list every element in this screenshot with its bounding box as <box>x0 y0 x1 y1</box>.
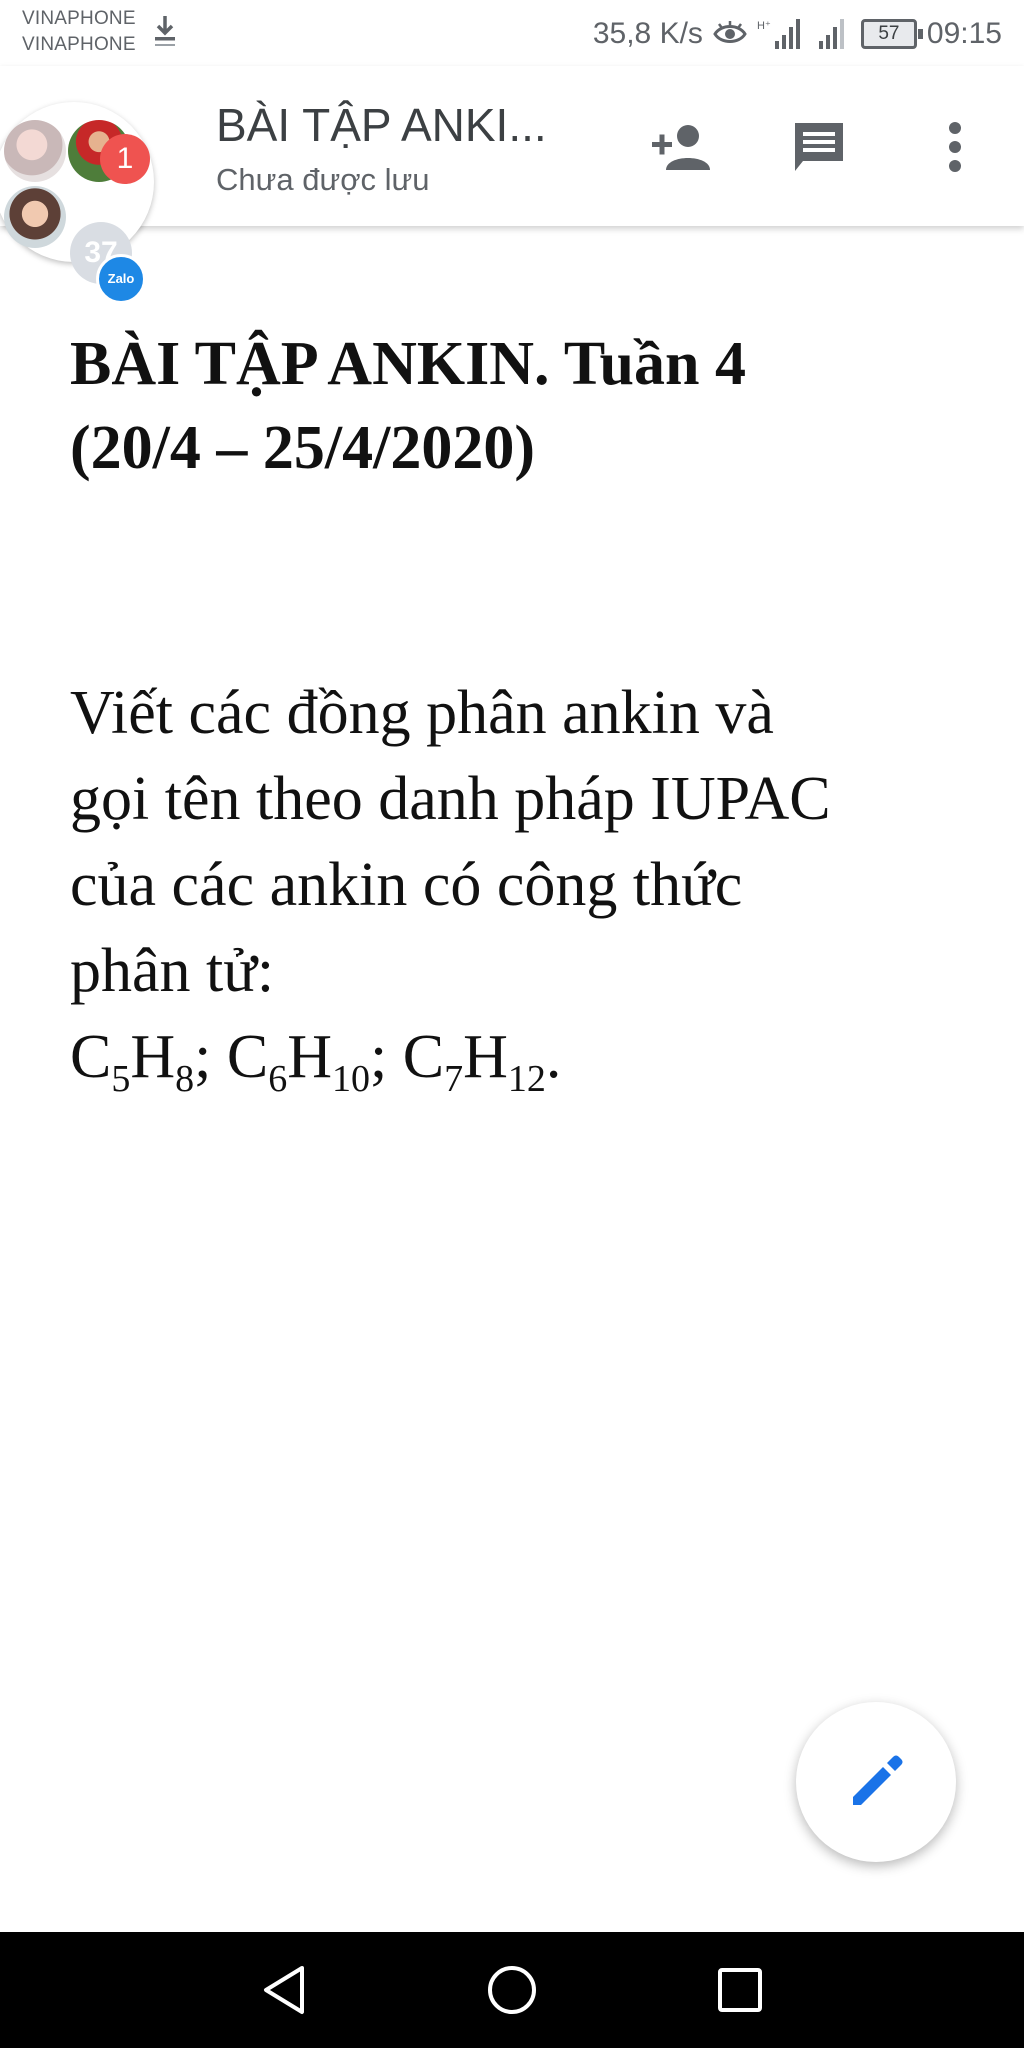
system-nav-bar <box>0 1932 1024 2048</box>
heading-line-1: BÀI TẬP ANKIN. Tuần 4 <box>70 330 746 398</box>
download-icon <box>155 16 175 46</box>
edit-pencil-icon <box>853 1755 903 1805</box>
clock: 09:15 <box>926 17 1002 50</box>
home-icon <box>488 1966 536 2014</box>
svg-text:H⁺: H⁺ <box>757 20 771 32</box>
network-speed: 35,8 K/s <box>592 17 703 50</box>
carrier-1: VINAPHONE <box>22 8 136 29</box>
paragraph-line-1: Viết các đồng phân ankin và <box>70 679 774 747</box>
comment-icon <box>795 123 843 171</box>
edit-fab-button[interactable] <box>796 1702 956 1862</box>
notification-badge: 1 <box>100 134 150 184</box>
status-bar: VINAPHONE VINAPHONE 35,8 K/s H⁺ 57 09:15 <box>0 0 1024 66</box>
battery-icon: 57 <box>860 19 923 49</box>
paragraph-line-4: phân tử: <box>70 937 275 1005</box>
heading-line-2: (20/4 – 25/4/2020) <box>70 414 535 482</box>
exercise-paragraph: Viết các đồng phân ankin và gọi tên theo… <box>70 670 970 1100</box>
doc-title: BÀI TẬP ANKI... <box>216 99 547 151</box>
carrier-labels: VINAPHONE VINAPHONE <box>22 6 136 58</box>
avatar <box>4 120 66 182</box>
document-heading: BÀI TẬP ANKIN. Tuần 4 (20/4 – 25/4/2020) <box>70 322 970 490</box>
recents-icon <box>718 1968 762 2012</box>
floating-chat-bubble[interactable]: 1 37 Zalo <box>0 102 154 304</box>
save-status: Chưa được lưu <box>216 162 430 197</box>
more-options-button[interactable] <box>920 112 990 182</box>
add-person-icon <box>652 125 710 170</box>
status-indicators: 35,8 K/s H⁺ 57 09:15 <box>593 14 1002 54</box>
paragraph-line-3: của các ankin có công thức <box>70 851 743 919</box>
back-button[interactable] <box>254 1960 314 2020</box>
back-icon <box>264 1966 304 2014</box>
app-header: 1 37 Zalo BÀI TẬP ANKI... Chưa được lưu <box>0 66 1024 304</box>
home-button[interactable] <box>482 1960 542 2020</box>
paragraph-line-2: gọi tên theo danh pháp IUPAC <box>70 765 831 833</box>
recents-button[interactable] <box>710 1960 770 2020</box>
more-vert-icon <box>949 122 961 172</box>
formula-line: C5H8; C6H10; C7H12. <box>70 1023 562 1100</box>
eye-icon <box>713 21 747 43</box>
document-body[interactable]: BÀI TẬP ANKIN. Tuần 4 (20/4 – 25/4/2020)… <box>70 322 970 1098</box>
avatar <box>4 186 66 248</box>
add-person-button[interactable] <box>648 112 718 182</box>
comment-button[interactable] <box>784 112 854 182</box>
zalo-icon: Zalo <box>96 254 146 304</box>
carrier-2: VINAPHONE <box>22 34 136 55</box>
signal-icon <box>818 19 844 49</box>
signal-4g-icon: H⁺ <box>757 19 800 49</box>
battery-level: 57 <box>878 23 900 44</box>
